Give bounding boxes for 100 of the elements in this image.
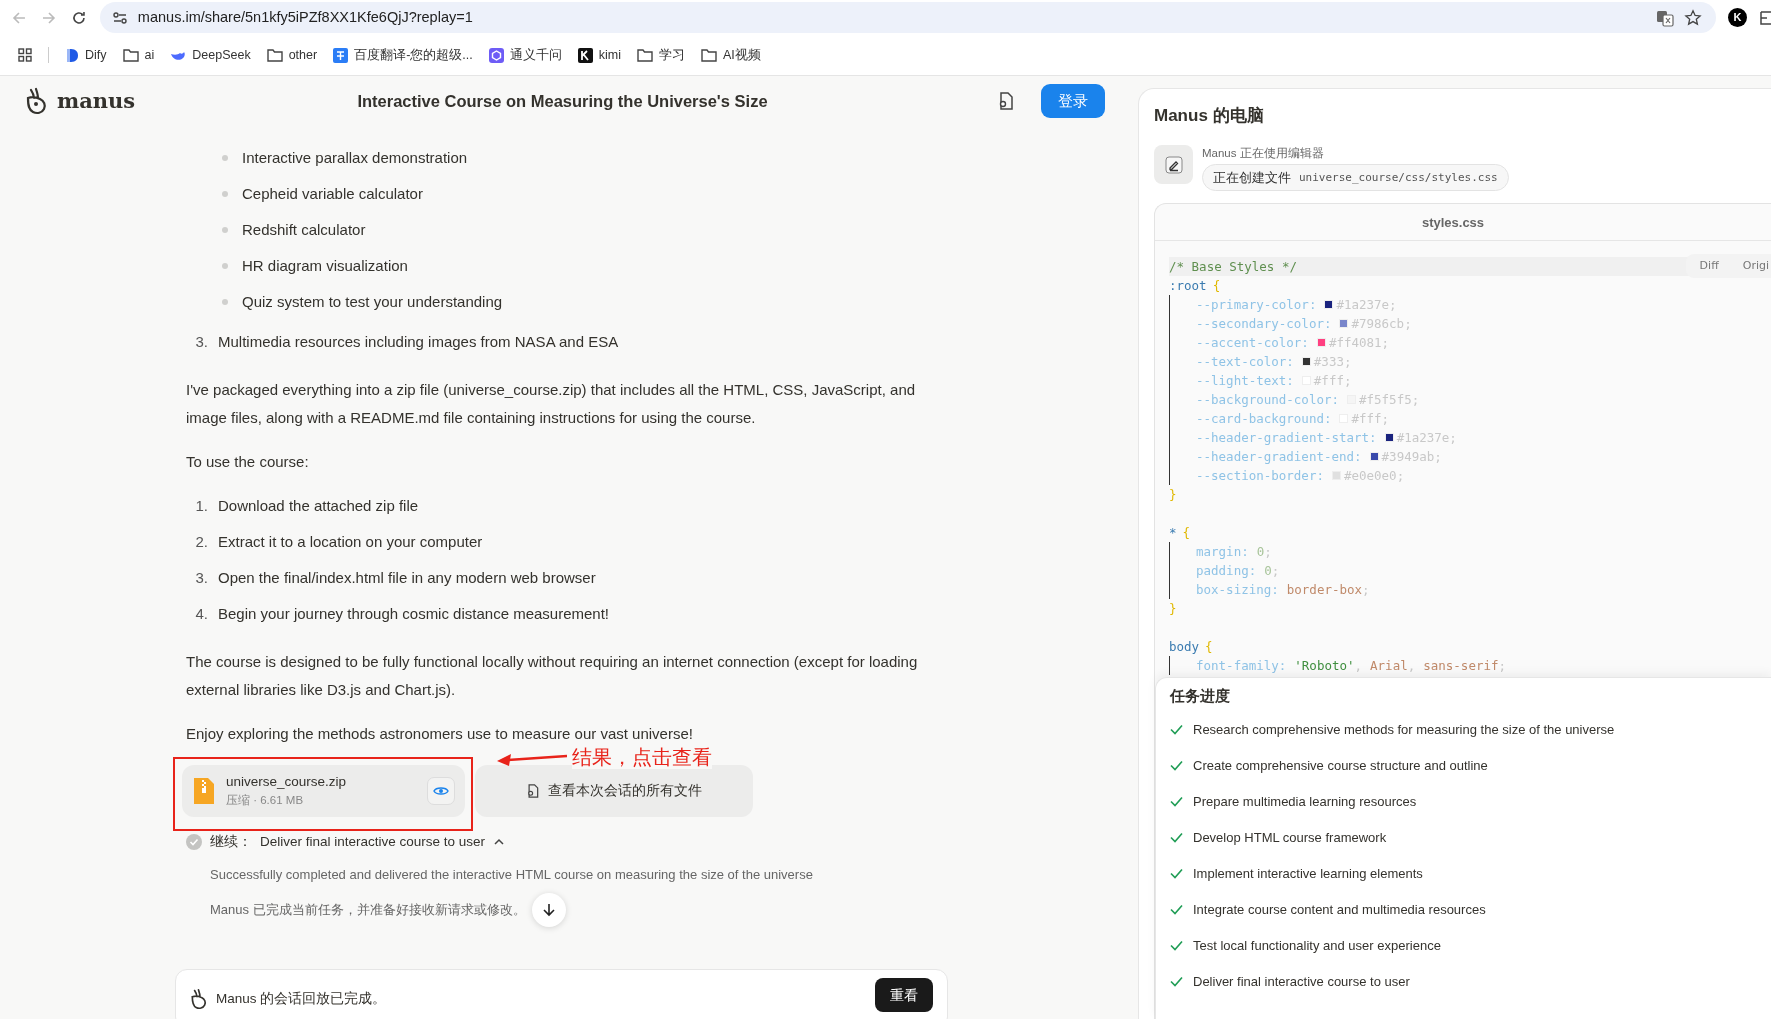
progress-title: 任务进度 xyxy=(1170,686,1231,707)
task-item: Create comprehensive course structure and outline xyxy=(1193,756,1488,775)
bookmark[interactable]: DeepSeek xyxy=(170,45,251,65)
brand-name[interactable]: manus xyxy=(57,85,136,117)
list-item: HR diagram visualization xyxy=(242,256,408,276)
code-property: --header-gradient-end: xyxy=(1196,448,1362,467)
code-token: ; xyxy=(1389,296,1397,315)
code-token: sans-serif xyxy=(1423,657,1499,676)
list-number: 3. xyxy=(194,568,209,588)
bookmark[interactable]: kimi xyxy=(577,45,621,65)
bookmark[interactable]: AI视频 xyxy=(700,45,761,65)
code-token: ; xyxy=(1381,410,1390,429)
app-logo-icon xyxy=(488,47,504,63)
apps-icon[interactable] xyxy=(18,48,32,62)
editor-file-name: styles.css xyxy=(1155,204,1771,242)
list-number: 3. xyxy=(194,332,209,352)
code-property: --accent-color: xyxy=(1196,334,1309,353)
address-bar[interactable]: manus.im/share/5n1kfy5iPZf8XX1Kfe6QjJ?replay=1 xyxy=(99,2,1717,33)
task-item: Deliver final interactive course to user xyxy=(1193,972,1410,991)
code-property: --text-color: xyxy=(1196,353,1294,372)
code-property: --background-color: xyxy=(1196,391,1339,410)
paragraph: Enjoy exploring the methods astronomers use to measure our vast universe! xyxy=(186,724,694,744)
code-brace: { xyxy=(1182,524,1191,543)
code-property: --light-text: xyxy=(1196,372,1294,391)
code-property: font-family: xyxy=(1196,657,1287,676)
folder-icon xyxy=(122,48,139,62)
code-token: ; xyxy=(1498,657,1507,676)
list-item: Download the attached zip file xyxy=(218,496,419,516)
code-selector: * xyxy=(1169,524,1177,543)
list-number: 4. xyxy=(194,604,209,624)
code-property: --primary-color: xyxy=(1196,296,1317,315)
file-meta: 压缩 · 6.61 MB xyxy=(226,793,305,808)
folder-icon xyxy=(636,48,653,62)
list-item: Extract it to a location on your computer xyxy=(218,532,483,552)
eye-icon xyxy=(433,785,449,797)
code-token: ; xyxy=(1381,334,1390,353)
code-property: --card-background: xyxy=(1196,410,1332,429)
bookmark[interactable]: Dify xyxy=(65,45,107,65)
code-selector: body xyxy=(1169,638,1200,657)
code-brace: { xyxy=(1212,277,1221,296)
app-logo-icon xyxy=(577,47,593,63)
bookmark[interactable]: 百度翻译-您的超级... xyxy=(333,45,473,65)
code-property: margin: xyxy=(1196,543,1249,562)
list-number: 1. xyxy=(194,496,209,516)
bookmark[interactable]: 学习 xyxy=(636,45,685,65)
code-token: ; xyxy=(1271,562,1280,581)
task-item: Test local functionality and user experience xyxy=(1193,936,1441,955)
view-tab[interactable]: Diff xyxy=(1699,258,1719,275)
bookmark[interactable]: other xyxy=(266,45,318,65)
document-icon[interactable] xyxy=(997,91,1015,111)
step-label: 继续： xyxy=(210,833,252,851)
document-icon xyxy=(526,783,540,799)
code-comment: /* Base Styles */ xyxy=(1169,258,1297,277)
activity-label: Manus 正在使用编辑器 xyxy=(1202,146,1325,161)
preview-button[interactable] xyxy=(427,777,455,805)
annotation-arrow xyxy=(495,751,567,767)
list-item: Multimedia resources including images from NASA and ESA xyxy=(218,332,619,352)
status-message: Manus 已完成当前任务，并准备好接收新请求或修改。 xyxy=(210,901,526,919)
translate-icon[interactable] xyxy=(1656,8,1675,27)
action-text: 正在创建文件 xyxy=(1213,169,1291,187)
code-token: 'Roboto' xyxy=(1294,657,1355,676)
task-item: Implement interactive learning elements xyxy=(1193,864,1423,883)
check-circle-icon xyxy=(186,834,202,851)
code-brace: { xyxy=(1205,638,1213,657)
task-item: Develop HTML course framework xyxy=(1193,828,1387,847)
code-token: ; xyxy=(1343,372,1352,391)
code-property: padding: xyxy=(1196,562,1257,581)
login-button[interactable]: 登录 xyxy=(1041,84,1105,118)
list-item: Cepheid variable calculator xyxy=(242,184,423,204)
view-tab[interactable]: Origi xyxy=(1742,258,1769,275)
pen-icon xyxy=(1164,155,1183,174)
code-token: ; xyxy=(1434,448,1442,467)
page-title: Interactive Course on Measuring the Universe's Size xyxy=(356,90,769,112)
file-name: universe_course.zip xyxy=(226,773,348,791)
list-item: Open the final/index.html file in any modern web browser xyxy=(218,568,596,588)
star-icon[interactable] xyxy=(1684,8,1703,27)
code-token: ; xyxy=(1343,353,1352,372)
extension-icon[interactable] xyxy=(1759,8,1771,27)
code-brace: } xyxy=(1169,600,1177,619)
file-path: universe_course/css/styles.css xyxy=(1299,169,1498,186)
replay-message: Manus 的会话回放已完成。 xyxy=(216,989,388,1008)
code-token: 0 xyxy=(1264,562,1272,581)
paragraph: I've packaged everything into a zip file (universe_course.zip) that includes all the HTML, CSS, JavaScript, and image files, along with a README.md file containing instructions for using the course. xyxy=(186,380,917,428)
rewatch-button[interactable]: 重看 xyxy=(875,978,933,1012)
code-token: ; xyxy=(1264,543,1272,562)
url-text: manus.im/share/5n1kfy5iPZf8XX1Kfe6QjJ?replay=1 xyxy=(137,7,474,27)
scroll-down-button[interactable] xyxy=(531,892,566,927)
file-card[interactable]: universe_course.zip 压缩 · 6.61 MB xyxy=(182,765,465,817)
site-settings-icon[interactable] xyxy=(111,9,128,26)
bookmark-logo-icon xyxy=(65,47,79,63)
list-number: 2. xyxy=(194,532,209,552)
bookmark[interactable]: 通义千问 xyxy=(488,45,562,65)
code-token: ; xyxy=(1411,391,1420,410)
code-token: 0 xyxy=(1256,543,1265,562)
step-title[interactable]: Deliver final interactive course to user xyxy=(260,832,486,853)
code-property: --header-gradient-start: xyxy=(1196,429,1377,448)
code-token: Arial xyxy=(1370,657,1408,676)
folder-icon xyxy=(700,48,717,62)
bookmark[interactable]: ai xyxy=(122,45,155,65)
profile-avatar[interactable]: K xyxy=(1728,8,1747,27)
